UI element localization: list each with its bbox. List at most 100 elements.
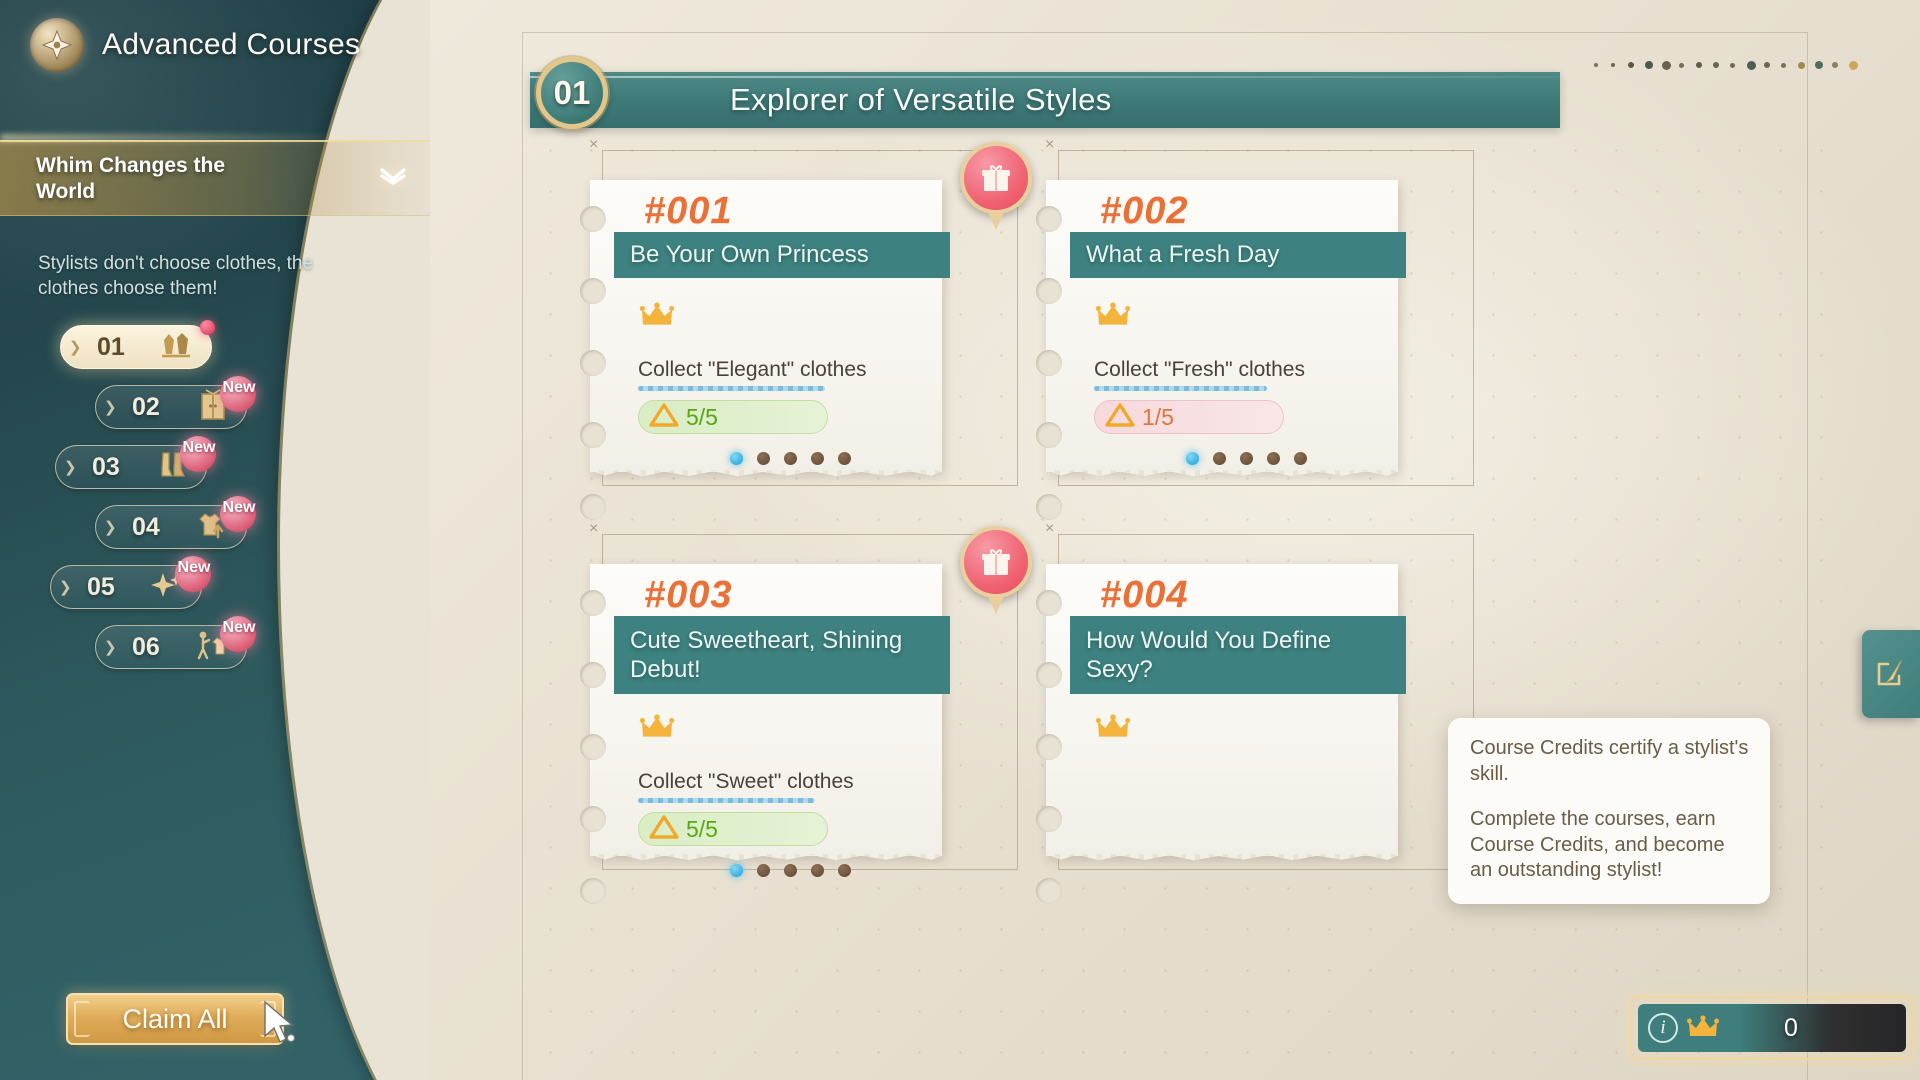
progress-pill: 5/5 (638, 812, 828, 846)
progress-text: 1/5 (1142, 403, 1174, 430)
page-dot[interactable] (1186, 452, 1199, 465)
sidebar-item-02[interactable]: ❯ 02 New (95, 376, 256, 429)
page-dot[interactable] (784, 452, 797, 465)
punch-holes (580, 206, 606, 566)
chevron-right-icon: ❯ (104, 519, 117, 536)
card-page-dots (730, 864, 851, 877)
page-dot[interactable] (757, 452, 770, 465)
card-title: What a Fresh Day (1086, 241, 1280, 269)
chevron-right-icon: ❯ (64, 459, 77, 476)
triangle-badge-icon (1105, 402, 1135, 433)
new-badge: New (206, 492, 264, 532)
punch-holes (1036, 590, 1062, 950)
page-dot[interactable] (838, 452, 851, 465)
sidebar-item-number: 03 (92, 452, 120, 481)
course-card[interactable]: #004 How Would You Define Sexy? (1036, 520, 1474, 904)
decoration-dot (1747, 60, 1756, 70)
sidebar-item-number: 01 (97, 332, 125, 361)
decoration-dot (1781, 62, 1786, 68)
page-dot[interactable] (1240, 452, 1253, 465)
punch-hole (580, 662, 606, 688)
sidebar-item-05[interactable]: ❯ 05 New (50, 556, 211, 609)
quill-pen-icon[interactable] (1862, 630, 1920, 718)
chapter-selector[interactable]: Whim Changes the World (0, 140, 430, 216)
punch-hole (1036, 206, 1062, 232)
claim-all-button[interactable]: Claim All (66, 993, 284, 1045)
page-dot[interactable] (811, 864, 824, 877)
course-card-grid: #001 Be Your Own Princess Collect "Elegant… (580, 136, 1550, 904)
course-card[interactable]: #003 Cute Sweetheart, Shining Debut! Colle… (580, 520, 1032, 904)
punch-holes (1036, 206, 1062, 566)
chevron-down-icon[interactable] (378, 166, 408, 192)
sidebar-item-04[interactable]: ❯ 04 New (95, 496, 256, 549)
decoration-dot (1798, 61, 1805, 69)
gift-reward-badge[interactable] (960, 142, 1032, 230)
page-dot[interactable] (730, 452, 743, 465)
progress-pill: 5/5 (638, 400, 828, 434)
punch-hole (580, 206, 606, 232)
card-number: #001 (644, 190, 733, 232)
new-badge: New (206, 372, 264, 412)
decoration-dot (1611, 63, 1615, 67)
card-description: Collect "Sweet" clothes (638, 770, 854, 803)
course-card[interactable]: #002 What a Fresh Day Collect "Fresh" clot… (1036, 136, 1474, 520)
decoration-dot (1832, 62, 1838, 68)
new-badge: New (206, 612, 264, 652)
page-dot[interactable] (1294, 452, 1307, 465)
punch-hole (580, 422, 606, 448)
card-paper: #002 What a Fresh Day Collect "Fresh" clot… (1036, 180, 1406, 520)
sidebar-item-01[interactable]: ❯ 01 (60, 320, 215, 369)
sidebar-item-03[interactable]: ❯ 03 New (55, 436, 216, 489)
card-page-dots (1186, 452, 1307, 465)
page-dot[interactable] (784, 864, 797, 877)
card-description: Collect "Elegant" clothes (638, 358, 867, 391)
card-title-band: How Would You Define Sexy? (1070, 616, 1406, 694)
chevron-right-icon: ❯ (59, 579, 72, 596)
new-badge-label: New (222, 619, 256, 636)
crown-icon (638, 302, 676, 335)
card-paper: #001 Be Your Own Princess Collect "Elegant… (580, 180, 950, 520)
top-dot-decoration (1590, 58, 1870, 78)
card-title-band: Be Your Own Princess (614, 232, 950, 278)
gift-reward-badge[interactable] (960, 526, 1032, 614)
page-dot[interactable] (730, 864, 743, 877)
chapter-banner: Explorer of Versatile Styles (530, 72, 1560, 128)
new-badge: New (161, 552, 219, 592)
crown-icon (1687, 1015, 1719, 1036)
sidebar-item-06[interactable]: ❯ 06 New (95, 616, 256, 669)
gift-box-icon (960, 526, 1032, 598)
card-number: #004 (1100, 574, 1189, 616)
decoration-dot (1764, 62, 1770, 68)
main-panel: Explorer of Versatile Styles 01 #001 Be Y… (430, 0, 1920, 1080)
badge-tail (987, 594, 1005, 614)
sidebar-item-number: 04 (132, 512, 160, 541)
card-title: Cute Sweetheart, Shining Debut! (630, 626, 903, 683)
page-dot[interactable] (811, 452, 824, 465)
info-icon[interactable]: i (1648, 1013, 1678, 1043)
decoration-dot (1849, 60, 1858, 70)
tooltip-line-2: Complete the courses, earn Course Credit… (1470, 808, 1725, 882)
page-dot[interactable] (1267, 452, 1280, 465)
page-dot[interactable] (1213, 452, 1226, 465)
course-card[interactable]: #001 Be Your Own Princess Collect "Elegant… (580, 136, 1032, 520)
page-dot[interactable] (757, 864, 770, 877)
punch-holes (580, 590, 606, 950)
page-dot[interactable] (838, 864, 851, 877)
punch-hole (580, 494, 606, 520)
progress-text: 5/5 (686, 403, 718, 430)
new-badge-label: New (177, 559, 211, 576)
card-description: Collect "Fresh" clothes (1094, 358, 1305, 391)
progress-pill: 1/5 (1094, 400, 1284, 434)
punch-hole (580, 878, 606, 904)
punch-hole (1036, 734, 1062, 760)
chevron-right-icon: ❯ (104, 639, 117, 656)
tooltip-line-1: Course Credits certify a stylist's skill… (1470, 737, 1749, 785)
punch-hole (1036, 494, 1062, 520)
decoration-dot (1645, 61, 1653, 69)
triangle-badge-icon (649, 402, 679, 433)
course-list: ❯ 01 ❯ 02 New ❯ 03 New ❯ 04 New ❯ 05 New ❯ 06 New (0, 320, 330, 685)
new-badge: New (166, 432, 224, 472)
banner-number-seal: 01 (536, 57, 608, 129)
course-credits-bar[interactable]: i 0 (1638, 1004, 1906, 1052)
banner-title: Explorer of Versatile Styles (730, 82, 1112, 117)
